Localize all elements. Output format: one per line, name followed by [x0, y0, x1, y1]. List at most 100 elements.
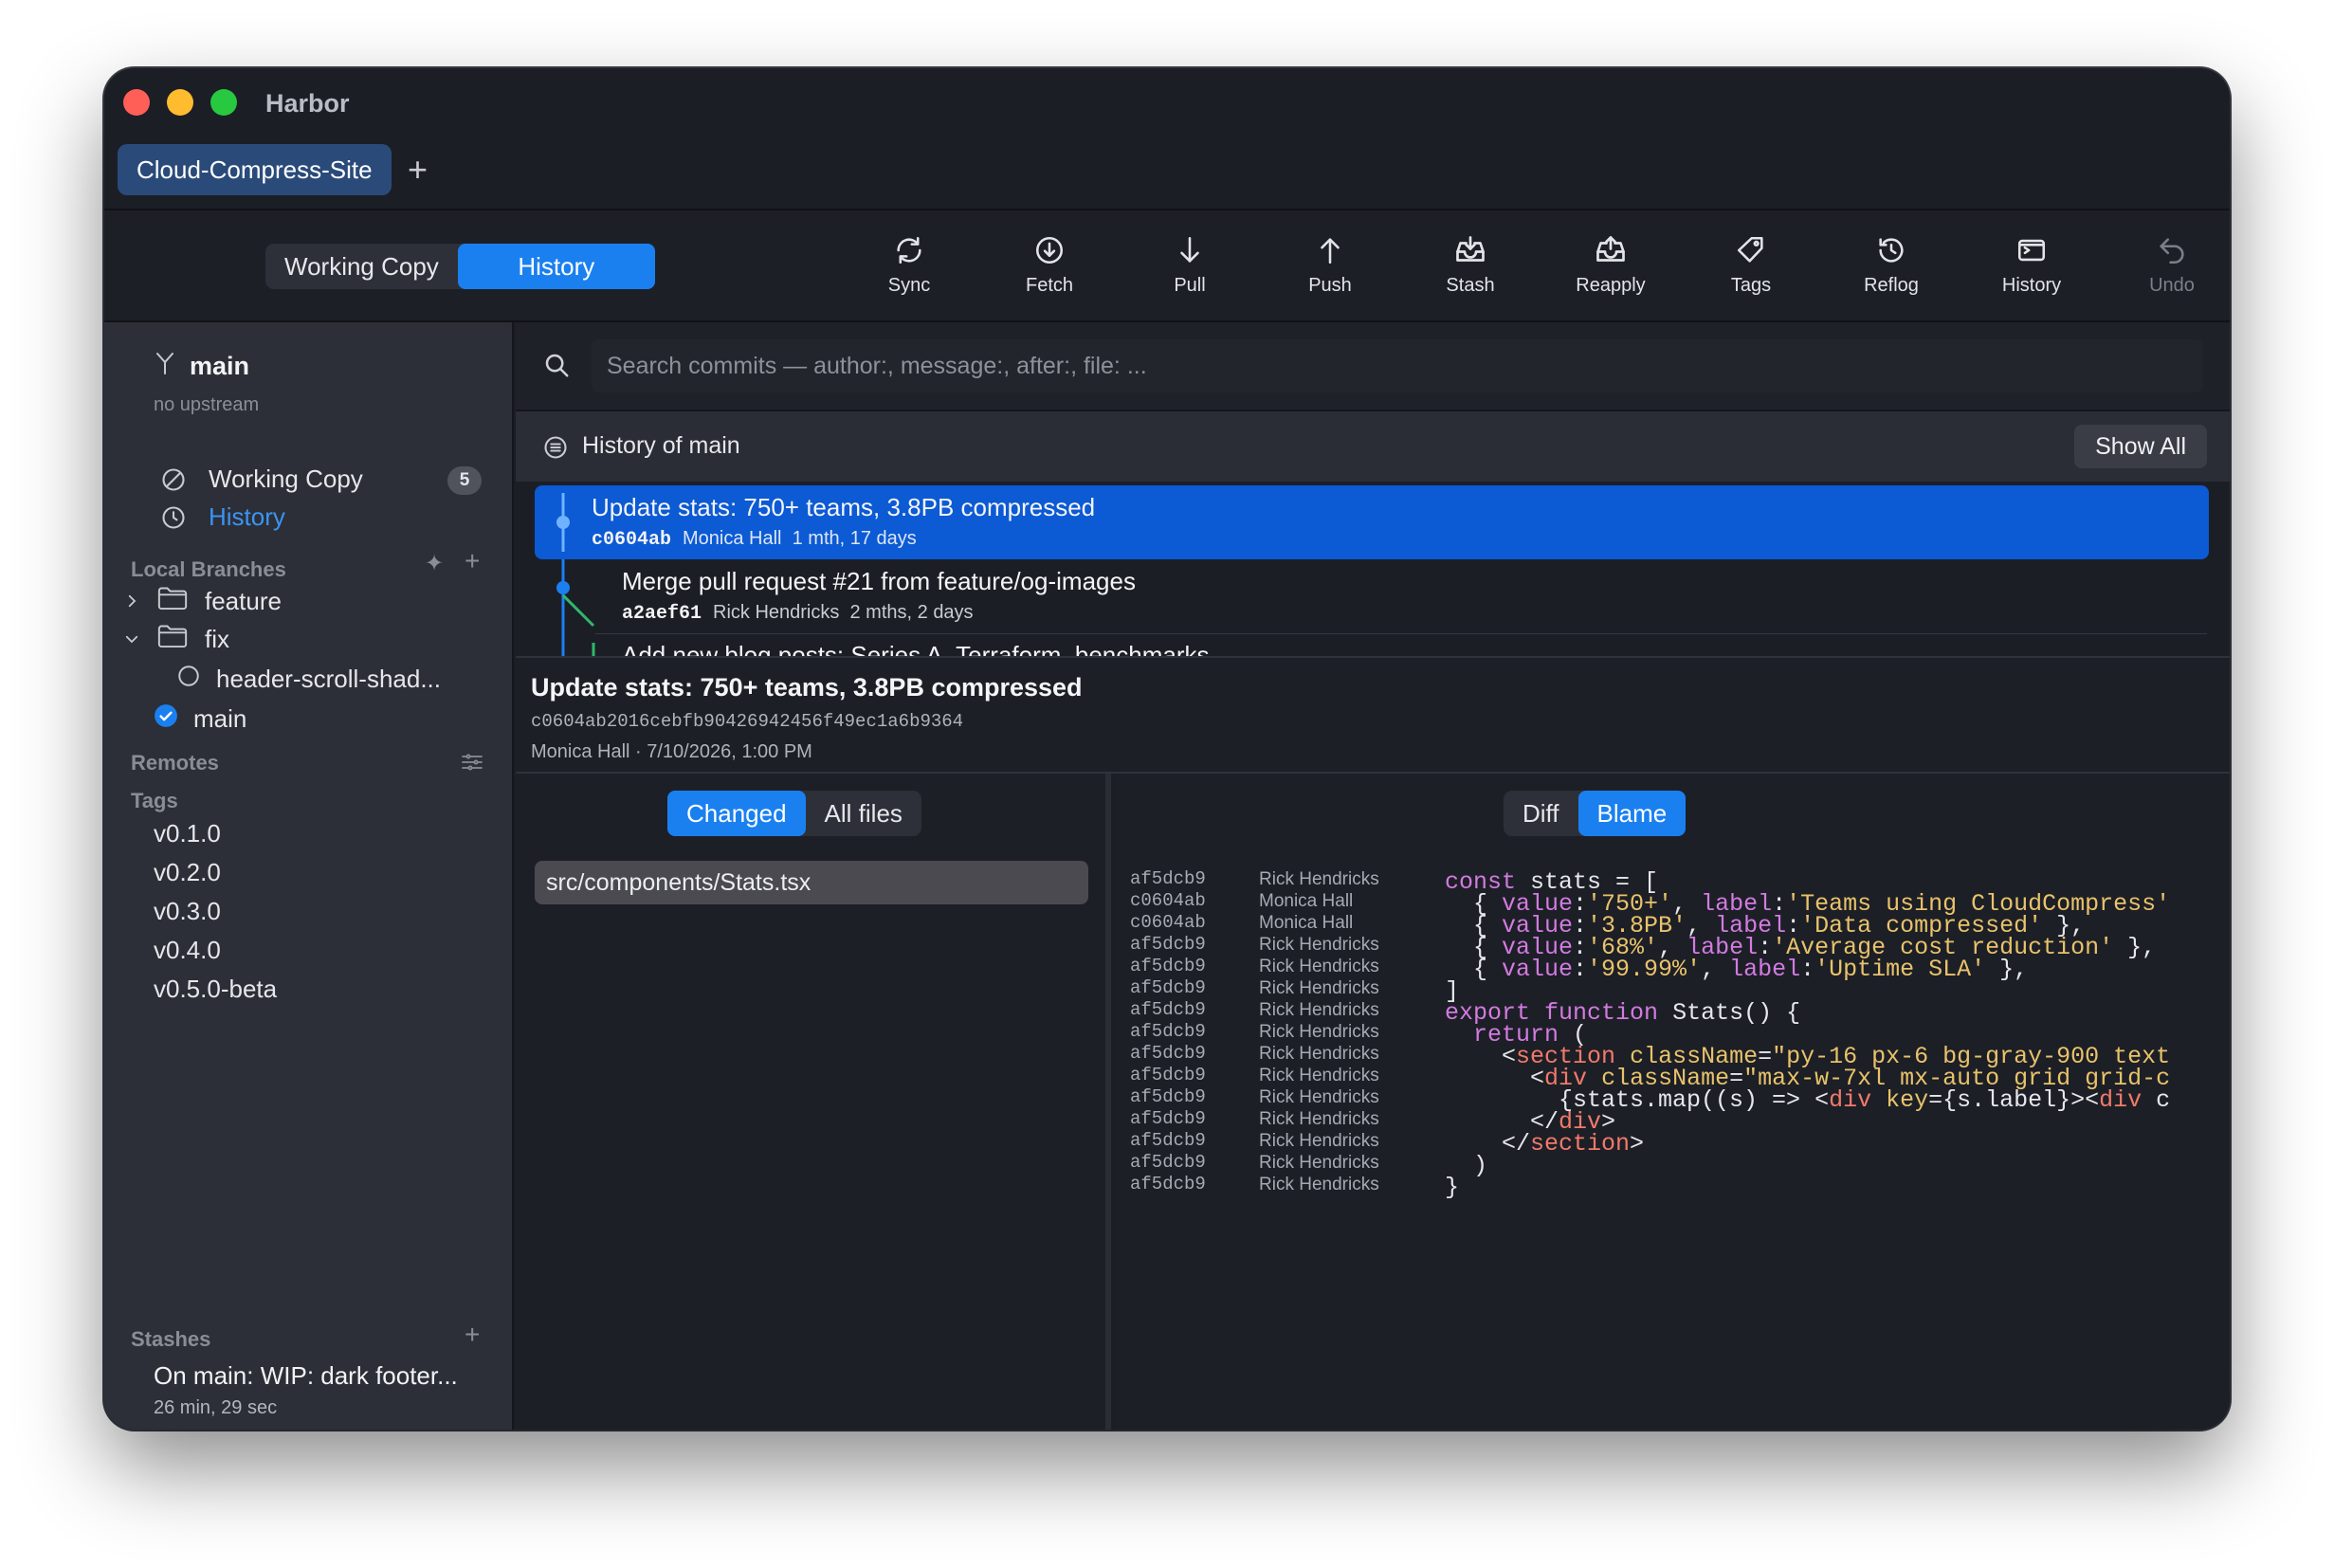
commit-detail: Update stats: 750+ teams, 3.8PB compress… [516, 658, 2230, 774]
branch-item-header-scroll[interactable]: header-scroll-shad... [176, 664, 441, 695]
undo-label: Undo [2149, 275, 2195, 296]
checkmark-icon [154, 703, 178, 735]
commit-row[interactable]: Update stats: 750+ teams, 3.8PB compress… [535, 485, 2209, 559]
blame-author: Rick Hendricks [1259, 957, 1379, 976]
commit-hash: a2aef61 [622, 603, 702, 625]
all-files-tab[interactable]: All files [806, 791, 921, 836]
blame-view: Diff Blame af5dcb9 Rick Hendricks const st… [1117, 774, 2230, 1430]
commit-row[interactable]: Add new blog posts: Series A, Terraform,… [535, 633, 2209, 656]
commit-age: 1 mth, 17 days [792, 528, 917, 549]
reflog-icon [1821, 231, 1961, 269]
folder-label: feature [205, 587, 282, 615]
view-switcher: Working Copy History [265, 244, 655, 289]
sync-icon [839, 231, 979, 269]
changed-files-tab[interactable]: Changed [667, 791, 806, 836]
sync-button[interactable]: Sync [839, 231, 979, 297]
commit-list: Update stats: 750+ teams, 3.8PB compress… [516, 482, 2230, 658]
tag-item[interactable]: v0.4.0 [154, 936, 221, 965]
reapply-label: Reapply [1576, 275, 1646, 296]
commit-row[interactable]: Merge pull request #21 from feature/og-i… [535, 559, 2209, 633]
commit-graph [561, 633, 595, 656]
stash-button[interactable]: Stash [1400, 231, 1541, 297]
tag-item[interactable]: v0.5.0-beta [154, 975, 277, 1004]
search-input[interactable] [592, 339, 2203, 392]
blame-tab[interactable]: Blame [1577, 791, 1687, 836]
commit-age: 2 mths, 2 days [849, 602, 974, 623]
blame-hash: c0604ab [1130, 912, 1206, 933]
tag-item[interactable]: v0.1.0 [154, 819, 221, 848]
toolbar-actions: Sync Fetch Pull Push Stash Reapply Tags … [839, 231, 2230, 297]
stash-item-title[interactable]: On main: WIP: dark footer... [154, 1361, 458, 1391]
commit-author: Monica Hall [683, 528, 782, 549]
reflog-button[interactable]: Reflog [1821, 231, 1961, 297]
blame-author: Monica Hall [1259, 913, 1354, 933]
chevron-right-icon [123, 587, 144, 616]
blame-hash: af5dcb9 [1130, 1130, 1206, 1151]
commit-detail-title: Update stats: 750+ teams, 3.8PB compress… [531, 673, 1083, 702]
tag-item[interactable]: v0.3.0 [154, 897, 221, 926]
branch-folder-feature[interactable]: feature [123, 586, 282, 617]
code-text: } [1445, 1174, 1460, 1201]
local-branches-header: Local Branches [131, 557, 286, 581]
commit-graph [556, 559, 595, 633]
commit-search-bar [516, 322, 2230, 411]
blame-author: Rick Hendricks [1259, 1000, 1379, 1020]
repo-tab[interactable]: Cloud-Compress-Site [118, 144, 392, 195]
sidebar-item-working-copy[interactable]: Working Copy [159, 465, 363, 494]
commit-detail-sha: c0604ab2016cebfb90426942456f49ec1a6b9364 [531, 711, 964, 732]
blame-hash: af5dcb9 [1130, 934, 1206, 955]
tags-button[interactable]: Tags [1681, 231, 1821, 297]
pull-button[interactable]: Pull [1120, 231, 1260, 297]
blame-hash: af5dcb9 [1130, 1086, 1206, 1107]
remotes-header: Remotes [131, 751, 219, 775]
commit-detail-author: Monica Hall · 7/10/2026, 1:00 PM [531, 741, 812, 762]
toolbar: Working Copy History Sync Fetch Pull Pus… [104, 210, 2230, 322]
file-item[interactable]: src/components/Stats.tsx [535, 861, 1088, 904]
undo-button[interactable]: Undo [2102, 231, 2230, 297]
stash-item-time: 26 min, 29 sec [154, 1397, 278, 1418]
reapply-button[interactable]: Reapply [1541, 231, 1681, 297]
minimize-window-button[interactable] [167, 89, 193, 116]
branch-item-main[interactable]: main [154, 703, 246, 735]
tag-icon [1681, 231, 1821, 269]
commit-meta: a2aef61 Rick Hendricks 2 mths, 2 days [622, 602, 974, 625]
show-all-button[interactable]: Show All [2074, 425, 2207, 468]
sparkle-icon[interactable]: ✦ [425, 550, 444, 577]
reflog-label: Reflog [1864, 275, 1919, 296]
zoom-window-button[interactable] [210, 89, 237, 116]
sidebar-item-history[interactable]: History [159, 502, 285, 532]
tag-item[interactable]: v0.2.0 [154, 858, 221, 887]
history-tool-button[interactable]: History [1961, 231, 2102, 297]
add-tab-button[interactable]: + [408, 144, 428, 195]
blame-author: Rick Hendricks [1259, 1022, 1379, 1042]
app-title: Harbor [265, 89, 350, 118]
working-copy-view-button[interactable]: Working Copy [265, 244, 458, 289]
fetch-icon [979, 231, 1120, 269]
undo-icon [2102, 231, 2230, 269]
push-button[interactable]: Push [1260, 231, 1400, 297]
sidebar-item-label: Working Copy [209, 465, 363, 493]
current-branch-header[interactable]: main [154, 351, 249, 382]
title-bar: Harbor Cloud-Compress-Site + [104, 68, 2230, 210]
blame-author: Rick Hendricks [1259, 1175, 1379, 1194]
blame-author: Rick Hendricks [1259, 935, 1379, 955]
fetch-button[interactable]: Fetch [979, 231, 1120, 297]
list-circle-icon [542, 434, 569, 465]
blame-hash: af5dcb9 [1130, 977, 1206, 998]
add-branch-button[interactable]: + [465, 546, 480, 576]
stashes-header: Stashes [131, 1327, 211, 1351]
history-view-button[interactable]: History [457, 244, 655, 289]
history-tool-label: History [2001, 275, 2062, 296]
branch-folder-fix[interactable]: fix [123, 624, 229, 655]
add-stash-button[interactable]: + [465, 1320, 480, 1350]
diff-tab[interactable]: Diff [1504, 791, 1578, 836]
close-window-button[interactable] [123, 89, 150, 116]
blame-hash: af5dcb9 [1130, 1152, 1206, 1173]
search-field [592, 339, 2203, 392]
current-branch-name: main [190, 352, 250, 380]
filter-icon[interactable] [461, 749, 483, 779]
blame-hash: af5dcb9 [1130, 1065, 1206, 1085]
blame-author: Monica Hall [1259, 891, 1354, 911]
stash-label: Stash [1446, 275, 1495, 296]
blame-author: Rick Hendricks [1259, 1066, 1379, 1085]
